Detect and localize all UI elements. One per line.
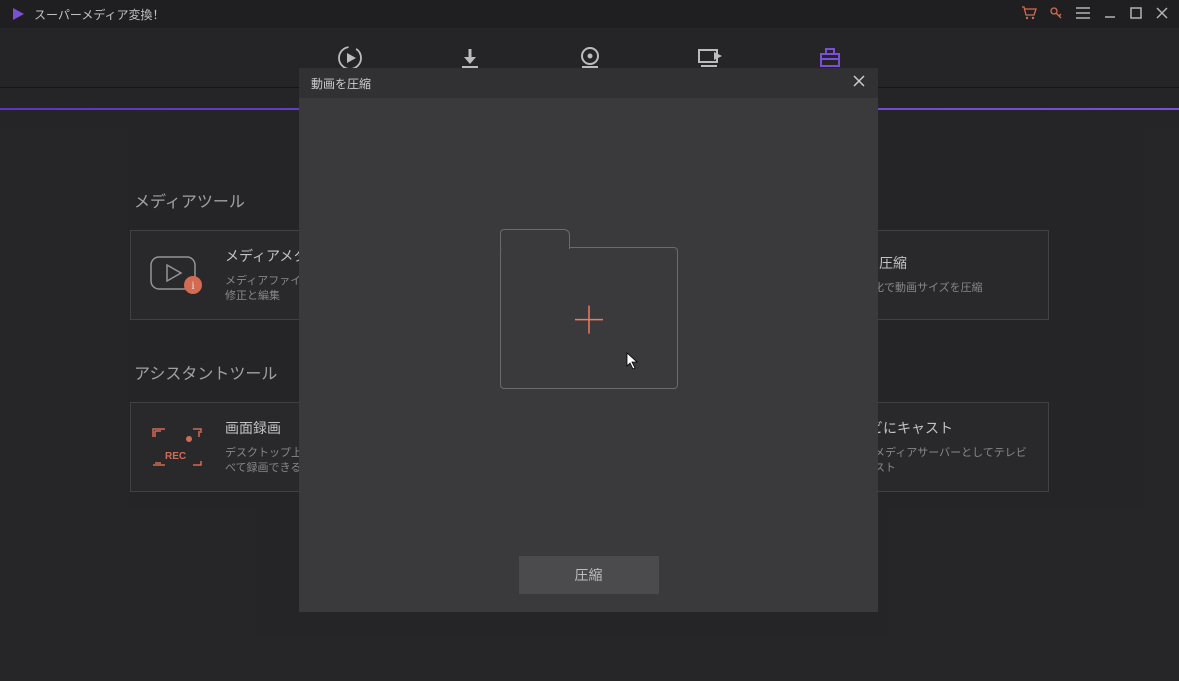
modal-footer: 圧縮 — [299, 538, 878, 612]
modal-title: 動画を圧縮 — [311, 75, 371, 92]
modal-overlay: 動画を圧縮 圧縮 — [0, 0, 1179, 681]
plus-icon — [571, 302, 607, 343]
modal-header: 動画を圧縮 — [299, 68, 878, 98]
modal-close-icon[interactable] — [852, 74, 866, 93]
compress-button[interactable]: 圧縮 — [519, 556, 659, 594]
add-file-dropzone[interactable] — [500, 247, 678, 389]
modal-body — [299, 98, 878, 538]
compress-modal: 動画を圧縮 圧縮 — [299, 68, 878, 612]
